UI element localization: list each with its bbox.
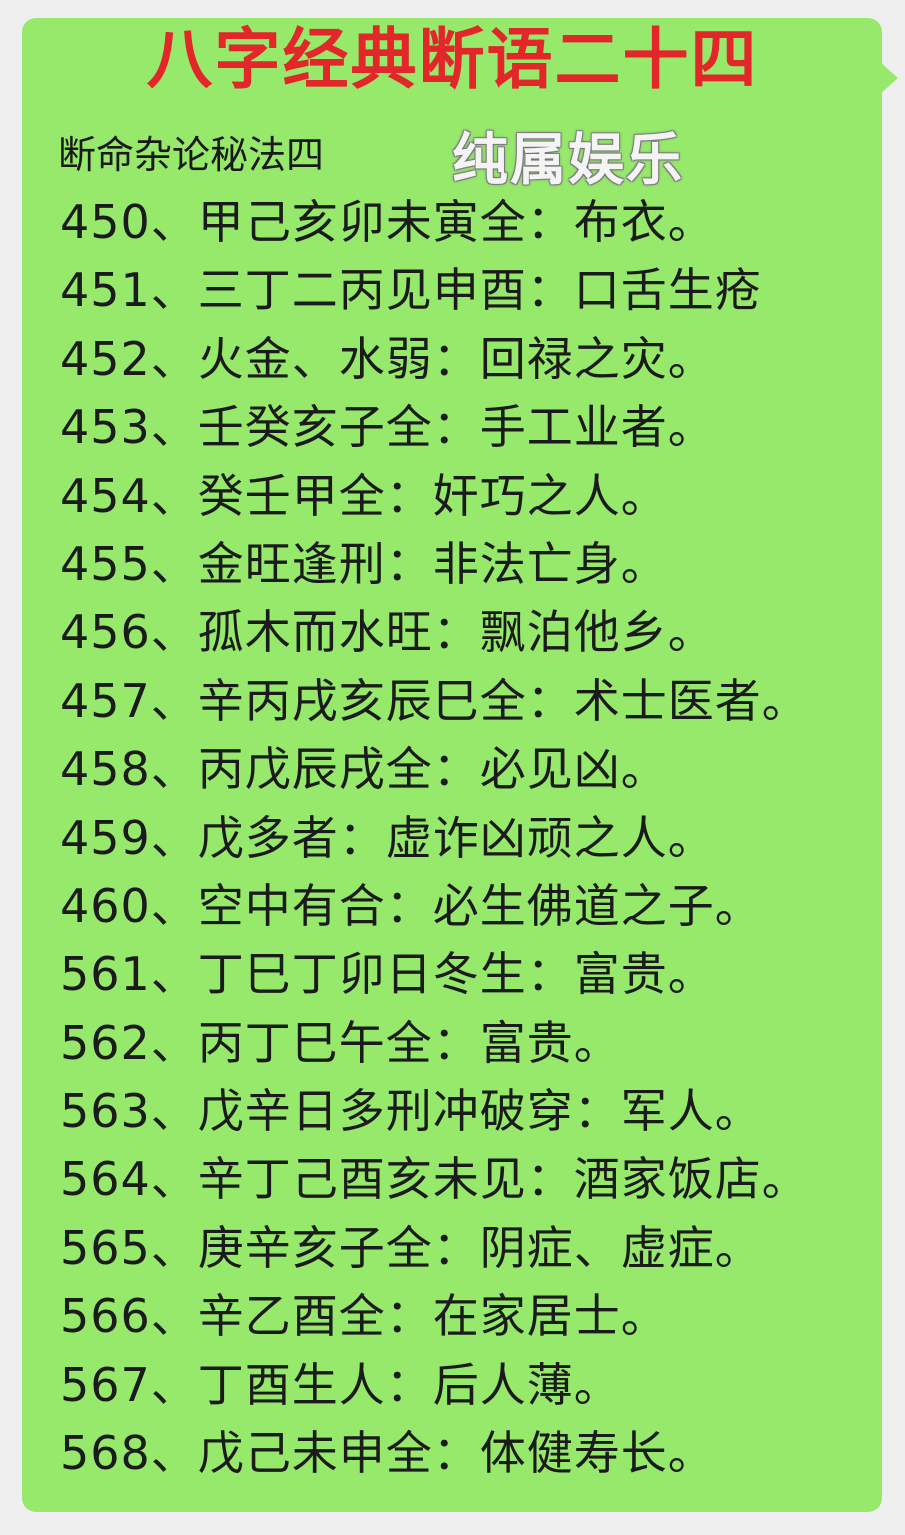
list-item: 453、壬癸亥子全：手工业者。 — [60, 400, 715, 455]
list-item: 565、庚辛亥子全：阴症、虚症。 — [60, 1220, 762, 1275]
list-item: 455、金旺逢刑：非法亡身。 — [60, 536, 668, 591]
watermark-text: 纯属娱乐 — [452, 128, 684, 193]
list-item: 451、三丁二丙见申酉：口舌生疮 — [60, 263, 762, 318]
list-item: 562、丙丁巳午全：富贵。 — [60, 1015, 621, 1070]
list-item: 457、辛丙戌亥辰巳全：术士医者。 — [60, 673, 809, 728]
list-item: 459、戊多者：虚诈凶顽之人。 — [60, 810, 715, 865]
list-item: 564、辛丁己酉亥未见：酒家饭店。 — [60, 1152, 809, 1207]
chat-screen: 八字经典断语二十四 断命杂论秘法四 纯属娱乐 450、甲己亥卯未寅全：布衣。 4… — [0, 0, 905, 1535]
list-item: 454、癸壬甲全：奸巧之人。 — [60, 468, 668, 523]
list-item: 456、孤木而水旺：飘泊他乡。 — [60, 605, 715, 660]
list-item: 450、甲己亥卯未寅全：布衣。 — [60, 195, 715, 249]
list-item: 460、空中有合：必生佛道之子。 — [60, 878, 762, 933]
list-item: 563、戊辛日多刑冲破穿：军人。 — [60, 1084, 762, 1139]
list-item: 567、丁酉生人：后人薄。 — [60, 1357, 621, 1412]
list-item: 561、丁巳丁卯日冬生：富贵。 — [60, 947, 715, 1002]
list-item: 452、火金、水弱：回禄之灾。 — [60, 331, 715, 386]
list-item: 568、戊己未申全：体健寿长。 — [60, 1426, 715, 1481]
list-item: 458、丙戊辰戌全：必见凶。 — [60, 742, 668, 797]
saying-list: 450、甲己亥卯未寅全：布衣。 451、三丁二丙见申酉：口舌生疮 452、火金、… — [60, 188, 809, 1487]
list-item: 566、辛乙酉全：在家居士。 — [60, 1289, 668, 1344]
post-title: 八字经典断语二十四 — [146, 21, 759, 98]
post-subtitle: 断命杂论秘法四 — [58, 133, 325, 177]
